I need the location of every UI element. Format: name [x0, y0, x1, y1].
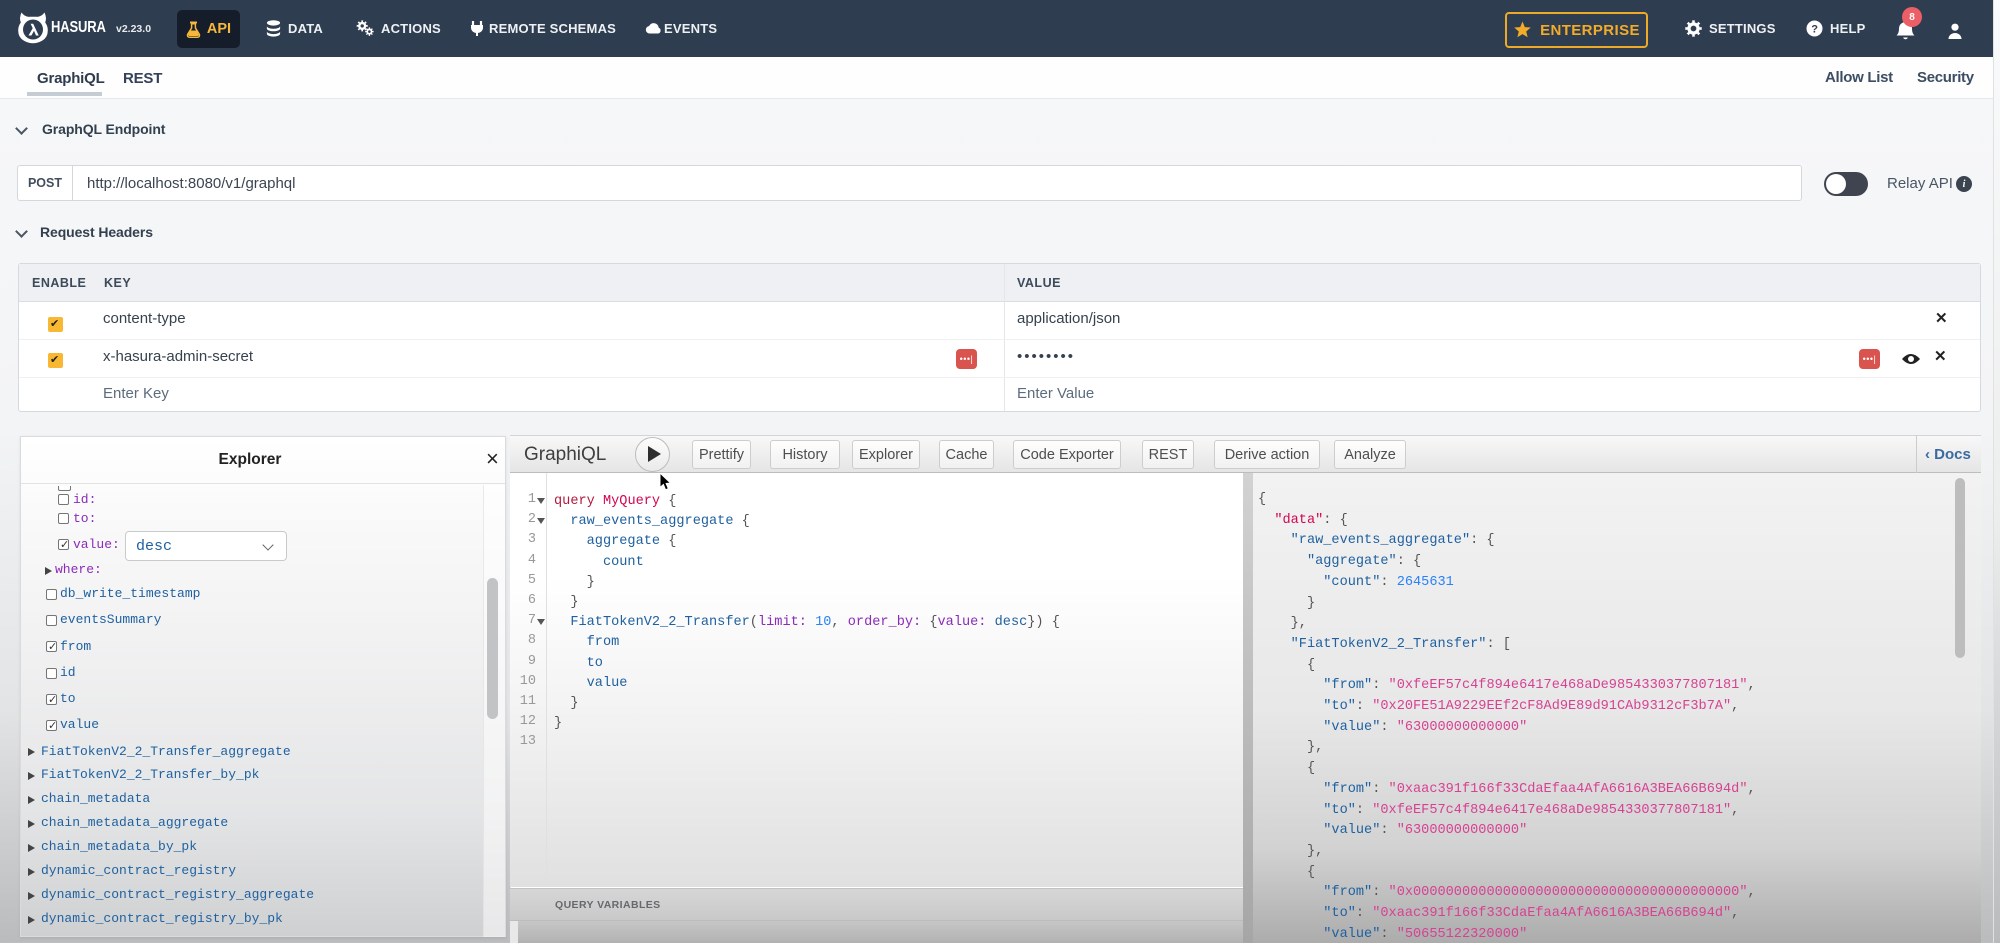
- svg-text:?: ?: [1811, 24, 1818, 36]
